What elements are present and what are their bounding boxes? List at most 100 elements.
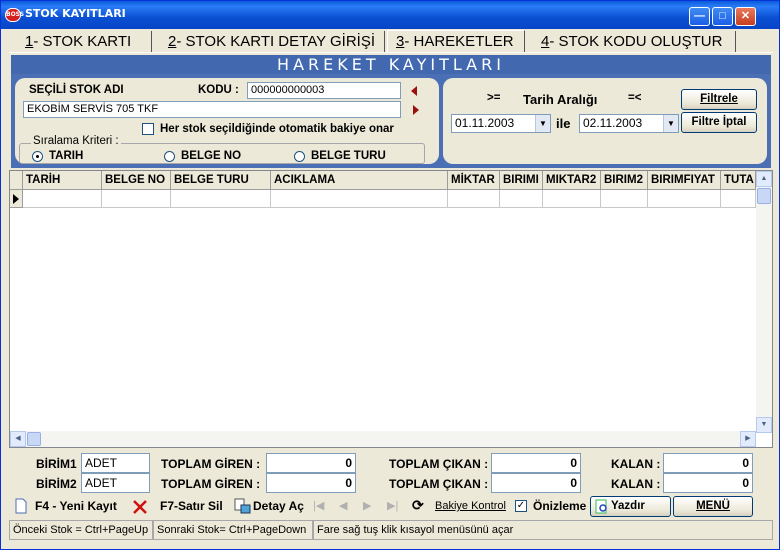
open-detail-button[interactable]: Detay Aç (232, 496, 308, 516)
new-record-button[interactable]: F4 - Yeni Kayıt (13, 496, 121, 516)
table-cell[interactable] (500, 190, 543, 208)
status-next-stock: Sonraki Stok= Ctrl+PageDown (153, 520, 313, 540)
col-belge-no[interactable]: BELGE NO (102, 171, 171, 190)
delete-x-icon (133, 500, 147, 514)
date-filter-box: >= Tarih Aralığı =< 01.11.2003 ▼ ile 02.1… (443, 78, 767, 164)
preview-checkbox[interactable]: ✓ (515, 500, 527, 512)
total-out-label-1: TOPLAM ÇIKAN : (389, 457, 489, 471)
tab-stok-kodu-olustur[interactable]: 4- STOK KODU OLUŞTUR (525, 31, 736, 53)
col-aciklama[interactable]: ACIKLAMA (271, 171, 448, 190)
detail-icon (234, 498, 251, 514)
scroll-right-icon[interactable]: ▶ (740, 431, 756, 447)
horizontal-scrollbar[interactable]: ◀ ▶ (10, 431, 756, 447)
sort-radio-tarih[interactable] (32, 151, 43, 162)
close-button[interactable]: ✕ (735, 7, 756, 26)
table-cell[interactable] (23, 190, 102, 208)
print-button[interactable]: Yazdır (590, 496, 671, 517)
auto-balance-checkbox[interactable] (142, 123, 154, 135)
nav-first-icon[interactable]: |◀ (313, 499, 324, 512)
tab-hareketler[interactable]: 3- HAREKETLER (387, 30, 525, 52)
balance-2: 0 (663, 473, 753, 493)
stock-info-box: SEÇİLİ STOK ADI KODU : 000000000003 EKOB… (15, 78, 439, 164)
table-cell[interactable] (171, 190, 271, 208)
sort-option-tarih: TARIH (49, 150, 84, 162)
table-cell[interactable] (721, 190, 756, 208)
status-hint: Fare sağ tuş klik kısayol menüsünü açar (313, 520, 773, 540)
total-out-label-2: TOPLAM ÇIKAN : (389, 477, 489, 491)
date-between-label: ile (556, 116, 571, 131)
table-cell[interactable] (271, 190, 448, 208)
stock-code-input[interactable]: 000000000003 (247, 82, 401, 99)
table-cell[interactable] (601, 190, 648, 208)
total-out-1: 0 (491, 453, 581, 473)
unit2-input[interactable]: ADET (81, 473, 150, 493)
stok-kayitlari-window: BOSS STOK KAYITLARI — □ ✕ 1- STOK KARTI … (0, 0, 780, 550)
movements-grid[interactable]: TARİH BELGE NO BELGE TURU ACIKLAMA MİKTA… (9, 170, 773, 448)
chevron-down-icon[interactable]: ▼ (535, 115, 550, 132)
grid-corner (10, 171, 23, 190)
col-miktar2[interactable]: MIKTAR2 (543, 171, 601, 190)
unit1-input[interactable]: ADET (81, 453, 150, 473)
date-lte-label: =< (628, 92, 642, 104)
scroll-down-icon[interactable]: ▼ (756, 417, 772, 433)
filter-panel: SEÇİLİ STOK ADI KODU : 000000000003 EKOB… (11, 74, 771, 168)
app-logo-icon: BOSS (5, 8, 24, 22)
menu-button[interactable]: MENÜ (673, 496, 753, 517)
col-belge-turu[interactable]: BELGE TURU (171, 171, 271, 190)
filter-cancel-button[interactable]: Filtre İptal (681, 112, 757, 133)
tab-divider (9, 52, 773, 53)
date-to-picker[interactable]: 02.11.2003 ▼ (579, 114, 679, 133)
title-bar[interactable]: BOSS STOK KAYITLARI — □ ✕ (1, 1, 779, 29)
status-bar: Önceki Stok = Ctrl+PageUp Sonraki Stok= … (9, 520, 773, 540)
horizontal-scroll-thumb[interactable] (27, 432, 41, 446)
sort-radio-belge-no[interactable] (164, 151, 175, 162)
scroll-left-icon[interactable]: ◀ (10, 431, 26, 447)
col-tarih[interactable]: TARİH (23, 171, 102, 190)
col-birim2[interactable]: BIRIM2 (601, 171, 648, 190)
stock-name-input[interactable]: EKOBİM SERVİS 705 TKF (23, 101, 401, 118)
col-birimi[interactable]: BIRIMI (500, 171, 543, 190)
delete-row-button[interactable]: F7-Satır Sil (129, 496, 227, 516)
total-out-2: 0 (491, 473, 581, 493)
total-in-2: 0 (266, 473, 356, 493)
date-from-picker[interactable]: 01.11.2003 ▼ (451, 114, 551, 133)
print-preview-icon (595, 499, 607, 514)
nav-next-icon[interactable]: ▶ (363, 499, 371, 512)
filter-button[interactable]: Filtrele (681, 89, 757, 110)
nav-prev-icon[interactable]: ◀ (339, 499, 347, 512)
totals-panel: BİRİM1 ADET TOPLAM GİREN : 0 TOPLAM ÇIKA… (9, 450, 773, 495)
chevron-down-icon[interactable]: ▼ (663, 115, 678, 132)
table-cell[interactable] (102, 190, 171, 208)
table-cell[interactable] (543, 190, 601, 208)
new-document-icon (15, 498, 27, 514)
minimize-button[interactable]: — (689, 7, 710, 26)
balance-label-1: KALAN : (611, 457, 661, 471)
vertical-scroll-thumb[interactable] (757, 188, 771, 204)
sort-option-belge-turu: BELGE TURU (311, 150, 386, 162)
vertical-scrollbar[interactable]: ▲ ▼ (756, 171, 772, 433)
date-range-title: Tarih Aralığı (523, 92, 598, 107)
nav-last-icon[interactable]: ▶| (387, 499, 398, 512)
code-label: KODU : (198, 84, 239, 96)
table-cell[interactable] (448, 190, 500, 208)
col-miktar[interactable]: MİKTAR (448, 171, 500, 190)
scroll-up-icon[interactable]: ▲ (756, 171, 772, 187)
total-in-label-2: TOPLAM GİREN : (161, 477, 261, 491)
col-tutar[interactable]: TUTA (721, 171, 756, 190)
tab-stok-karti[interactable]: 1- STOK KARTI (9, 31, 152, 53)
total-in-label-1: TOPLAM GİREN : (161, 457, 261, 471)
next-stock-icon[interactable] (413, 105, 419, 115)
row-indicator-icon (10, 190, 23, 208)
balance-check-button[interactable]: Bakiye Kontrol (435, 496, 506, 516)
balance-1: 0 (663, 453, 753, 473)
table-cell[interactable] (648, 190, 721, 208)
maximize-button[interactable]: □ (712, 7, 733, 26)
selected-stock-label: SEÇİLİ STOK ADI (29, 84, 124, 96)
refresh-icon[interactable]: ⟳ (412, 497, 424, 514)
status-prev-stock: Önceki Stok = Ctrl+PageUp (9, 520, 153, 540)
tab-stok-karti-detay[interactable]: 2- STOK KARTI DETAY GİRİŞİ (152, 31, 385, 53)
prev-stock-icon[interactable] (411, 86, 417, 96)
col-birimfiyat[interactable]: BIRIMFIYAT (648, 171, 721, 190)
sort-radio-belge-turu[interactable] (294, 151, 305, 162)
section-banner: HAREKET KAYITLARI (11, 55, 771, 74)
